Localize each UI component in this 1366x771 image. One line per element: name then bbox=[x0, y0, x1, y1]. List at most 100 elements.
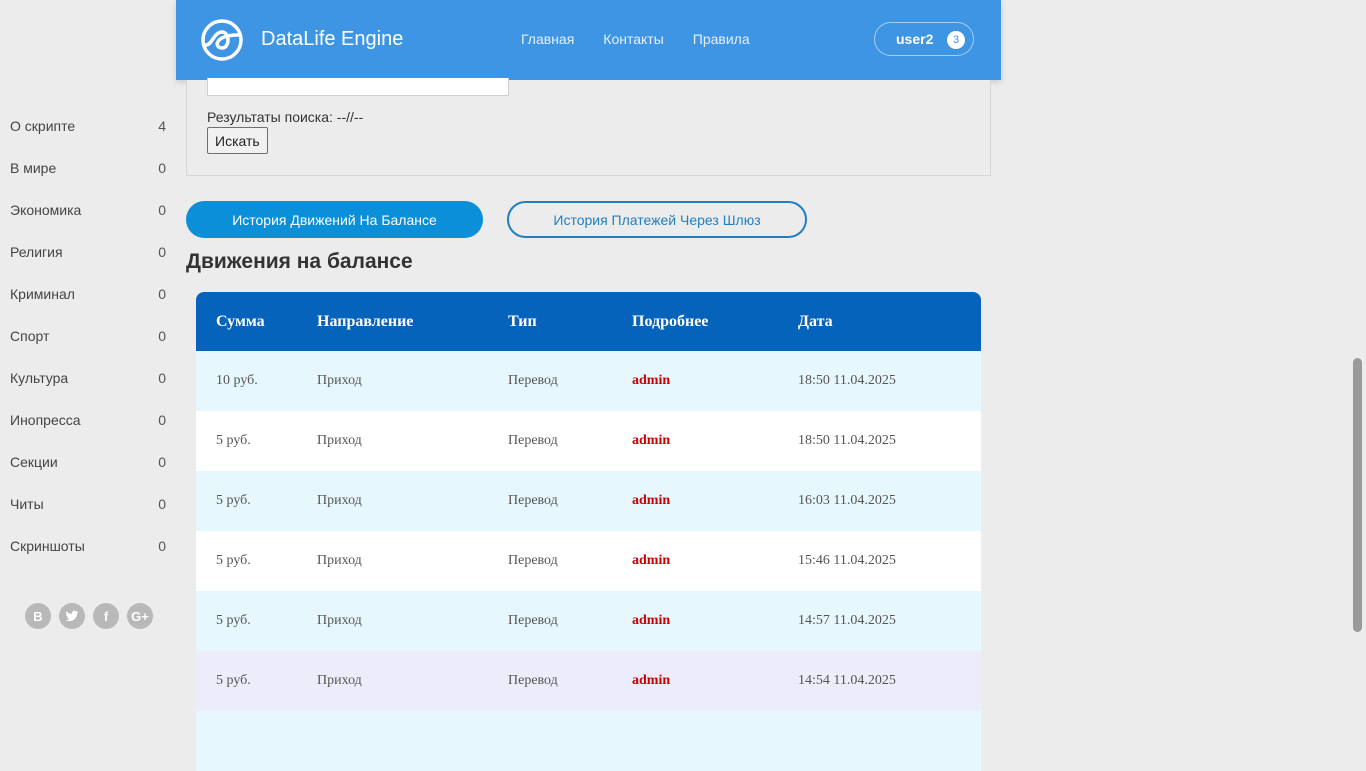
site-name[interactable]: DataLife Engine bbox=[261, 28, 403, 51]
notification-badge: 3 bbox=[947, 31, 965, 49]
category-label: Инопресса bbox=[10, 412, 81, 428]
section-title: Движения на балансе bbox=[186, 250, 413, 273]
column-header-type: Тип bbox=[508, 312, 537, 330]
cell-amount: 5 руб. bbox=[216, 433, 251, 448]
cell-direction: Приход bbox=[317, 493, 362, 508]
table-row: 5 руб. Приход Перевод admin 15:46 11.04.… bbox=[196, 531, 981, 591]
social-links: B f G+ bbox=[25, 603, 153, 629]
category-count: 0 bbox=[158, 202, 166, 218]
nav-link-contacts[interactable]: Контакты bbox=[603, 31, 663, 47]
category-item[interactable]: Религия 0 bbox=[10, 231, 166, 273]
category-label: Культура bbox=[10, 370, 69, 386]
cell-direction: Приход bbox=[317, 553, 362, 568]
category-item[interactable]: О скрипте 4 bbox=[10, 105, 166, 147]
category-item[interactable]: Скриншоты 0 bbox=[10, 525, 166, 567]
category-item[interactable]: Экономика 0 bbox=[10, 189, 166, 231]
cell-amount: 5 руб. bbox=[216, 493, 251, 508]
cell-type: Перевод bbox=[508, 613, 558, 628]
cell-date: 14:57 11.04.2025 bbox=[798, 613, 896, 628]
cell-date: 14:54 11.04.2025 bbox=[798, 673, 896, 688]
category-item[interactable]: Криминал 0 bbox=[10, 273, 166, 315]
category-count: 0 bbox=[158, 496, 166, 512]
cell-details-link[interactable]: admin bbox=[632, 351, 798, 411]
column-header-direction: Направление bbox=[317, 312, 414, 330]
main-nav: Главная Контакты Правила bbox=[521, 31, 750, 47]
page-scrollbar[interactable] bbox=[1349, 0, 1366, 728]
category-item[interactable]: Культура 0 bbox=[10, 357, 166, 399]
category-label: Спорт bbox=[10, 328, 50, 344]
site-header: DataLife Engine Главная Контакты Правила… bbox=[176, 0, 1001, 80]
category-item[interactable]: Читы 0 bbox=[10, 483, 166, 525]
balance-table: Сумма Направление Тип Подробнее Дата 10 … bbox=[196, 292, 981, 771]
table-row: 10 руб. Приход Перевод admin 18:50 11.04… bbox=[196, 351, 981, 411]
table-row: 5 руб. Приход Перевод admin 18:50 11.04.… bbox=[196, 411, 981, 471]
cell-direction: Приход bbox=[317, 613, 362, 628]
category-count: 0 bbox=[158, 412, 166, 428]
cell-type: Перевод bbox=[508, 493, 558, 508]
category-label: В мире bbox=[10, 160, 57, 176]
category-count: 0 bbox=[158, 454, 166, 470]
cell-direction: Приход bbox=[317, 433, 362, 448]
cell-date: 18:50 11.04.2025 bbox=[798, 373, 896, 388]
category-label: Экономика bbox=[10, 202, 82, 218]
logo-icon[interactable] bbox=[200, 18, 244, 62]
column-header-amount: Сумма bbox=[216, 312, 265, 330]
username: user2 bbox=[896, 31, 934, 47]
table-row: 5 руб. Приход Перевод admin 14:57 11.04.… bbox=[196, 591, 981, 651]
cell-type: Перевод bbox=[508, 673, 558, 688]
search-input[interactable] bbox=[207, 78, 509, 96]
cell-date: 18:50 11.04.2025 bbox=[798, 433, 896, 448]
category-label: Криминал bbox=[10, 286, 75, 302]
cell-amount: 5 руб. bbox=[216, 553, 251, 568]
category-count: 0 bbox=[158, 370, 166, 386]
sidebar: О скрипте 4 В мире 0 Экономика 0 Религия 0 К… bbox=[0, 0, 176, 728]
cell-amount: 5 руб. bbox=[216, 673, 251, 688]
user-menu-button[interactable]: user2 3 bbox=[874, 22, 974, 56]
category-label: Скриншоты bbox=[10, 538, 85, 554]
cell-details-link[interactable]: admin bbox=[632, 411, 798, 471]
cell-date: 16:03 11.04.2025 bbox=[798, 493, 896, 508]
tab-gateway-payments[interactable]: История Платежей Через Шлюз bbox=[507, 201, 807, 238]
search-button[interactable]: Искать bbox=[207, 127, 268, 154]
category-label: Читы bbox=[10, 496, 44, 512]
category-label: Религия bbox=[10, 244, 63, 260]
column-header-details: Подробнее bbox=[632, 312, 709, 330]
category-item[interactable]: Инопресса 0 bbox=[10, 399, 166, 441]
cell-details-link[interactable]: admin bbox=[632, 531, 798, 591]
table-header-row: Сумма Направление Тип Подробнее Дата bbox=[196, 292, 981, 351]
tab-balance-history[interactable]: История Движений На Балансе bbox=[186, 201, 483, 238]
table-row: 5 руб. Приход Перевод admin 14:54 11.04.… bbox=[196, 651, 981, 711]
category-count: 0 bbox=[158, 538, 166, 554]
cell-details-link[interactable]: admin bbox=[632, 651, 798, 711]
category-label: О скрипте bbox=[10, 118, 76, 134]
category-item[interactable]: Секции 0 bbox=[10, 441, 166, 483]
category-item[interactable]: В мире 0 bbox=[10, 147, 166, 189]
category-count: 0 bbox=[158, 286, 166, 302]
nav-link-rules[interactable]: Правила bbox=[693, 31, 750, 47]
cell-date: 15:46 11.04.2025 bbox=[798, 553, 896, 568]
column-header-date: Дата bbox=[798, 312, 833, 330]
google-plus-icon[interactable]: G+ bbox=[127, 603, 153, 629]
cell-direction: Приход bbox=[317, 673, 362, 688]
table-row bbox=[196, 711, 981, 771]
nav-link-home[interactable]: Главная bbox=[521, 31, 574, 47]
category-list: О скрипте 4 В мире 0 Экономика 0 Религия 0 К… bbox=[10, 105, 166, 567]
cell-details-link[interactable]: admin bbox=[632, 591, 798, 651]
cell-type: Перевод bbox=[508, 433, 558, 448]
category-count: 0 bbox=[158, 160, 166, 176]
twitter-icon[interactable] bbox=[59, 603, 85, 629]
category-count: 0 bbox=[158, 328, 166, 344]
category-item[interactable]: Спорт 0 bbox=[10, 315, 166, 357]
cell-type: Перевод bbox=[508, 553, 558, 568]
facebook-icon[interactable]: f bbox=[93, 603, 119, 629]
search-panel: Результаты поиска: --//-- Искать bbox=[186, 78, 991, 176]
vk-icon[interactable]: B bbox=[25, 603, 51, 629]
cell-details-link[interactable]: admin bbox=[632, 471, 798, 531]
search-results-text: Результаты поиска: --//-- bbox=[207, 109, 364, 125]
category-count: 4 bbox=[158, 118, 166, 134]
category-label: Секции bbox=[10, 454, 58, 470]
cell-amount: 10 руб. bbox=[216, 373, 258, 388]
category-count: 0 bbox=[158, 244, 166, 260]
scrollbar-thumb[interactable] bbox=[1353, 358, 1362, 632]
cell-type: Перевод bbox=[508, 373, 558, 388]
